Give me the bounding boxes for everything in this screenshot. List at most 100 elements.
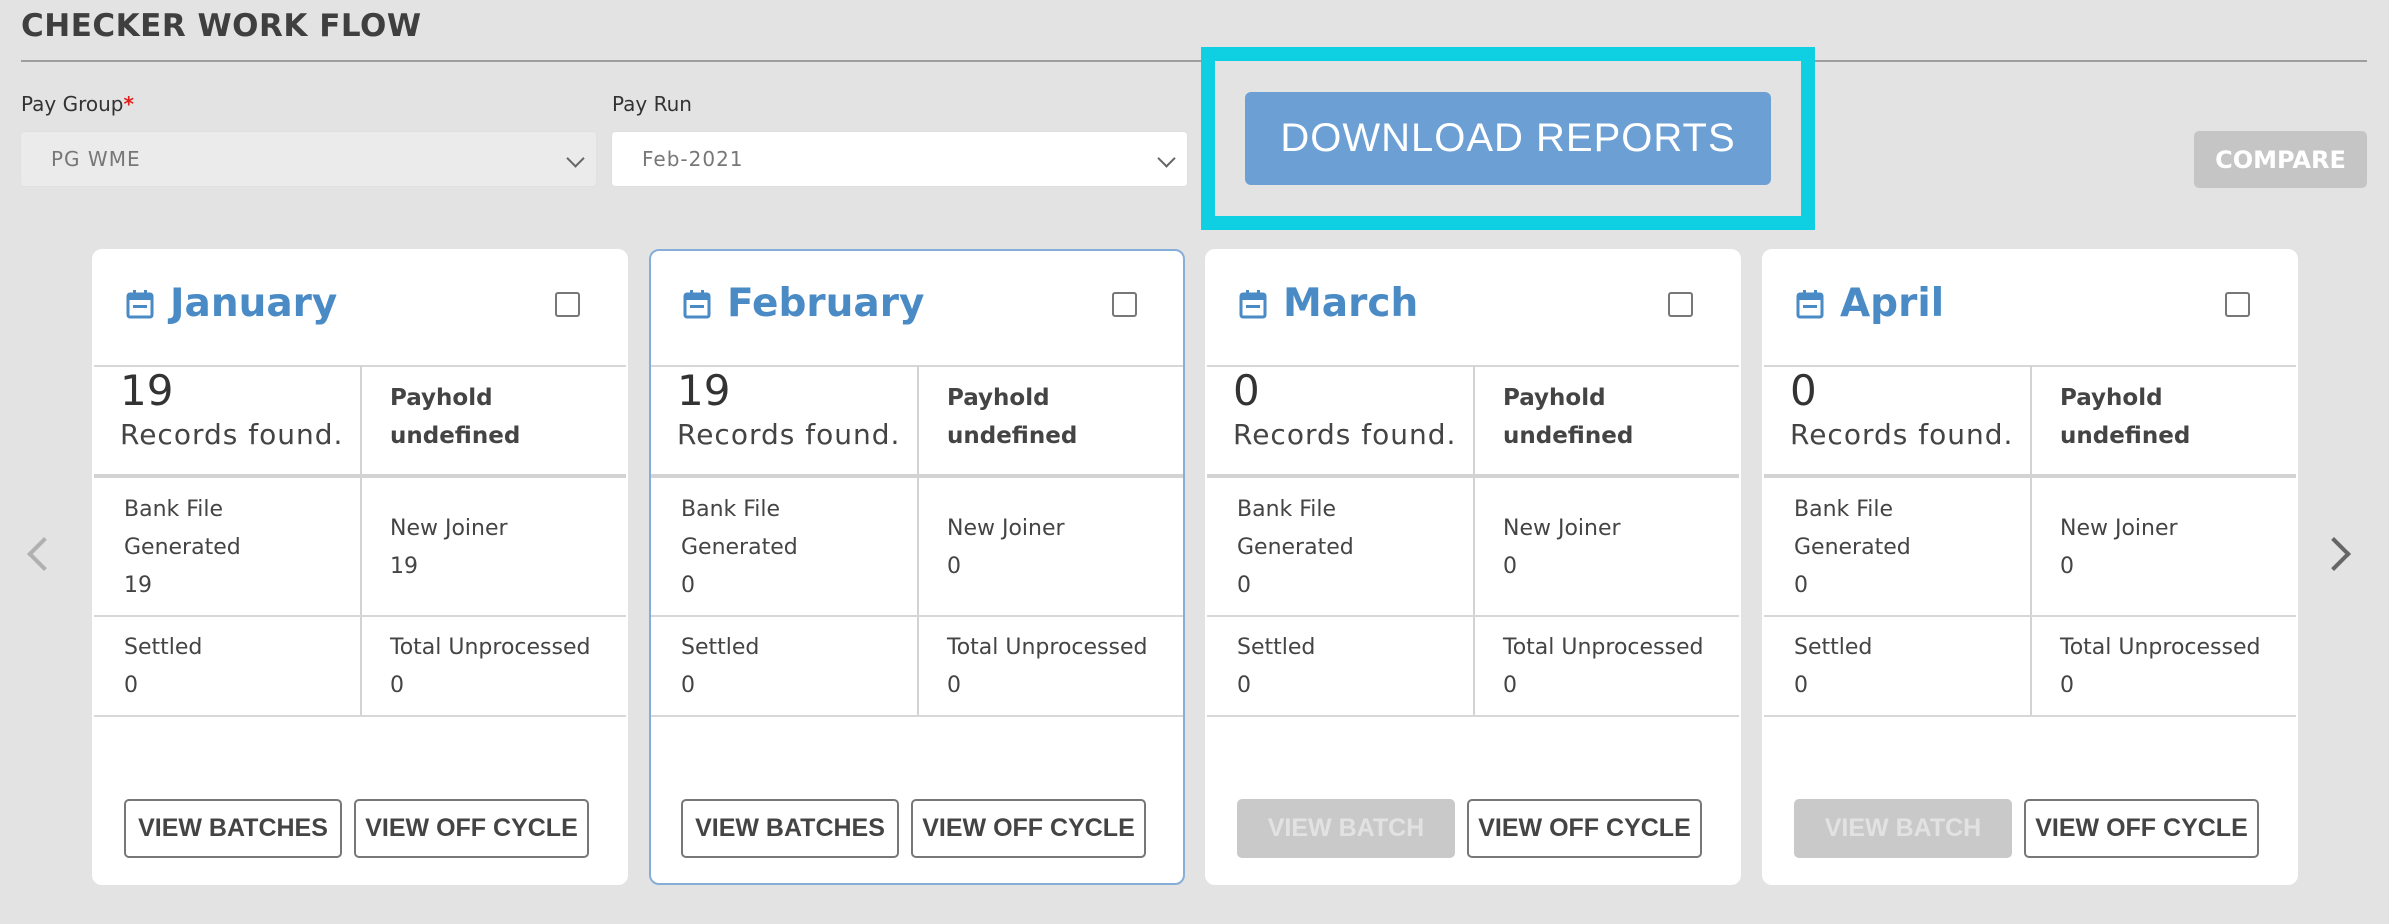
view-off-cycle-button[interactable]: VIEW OFF CYCLE xyxy=(2024,799,2259,858)
column-divider xyxy=(917,365,919,716)
bank-file-value: 0 xyxy=(1794,573,1808,598)
total-unprocessed-label: Total Unprocessed xyxy=(1503,635,1704,660)
records-cell: 19 Records found. xyxy=(120,367,343,455)
payhold-label: Payhold xyxy=(2060,385,2163,411)
new-joiner-value: 0 xyxy=(1503,554,1517,579)
card-header: February xyxy=(683,281,924,326)
settled-cell: Settled 0 xyxy=(1237,629,1315,705)
records-cell: 0 Records found. xyxy=(1233,367,1456,455)
records-cell: 19 Records found. xyxy=(677,367,900,455)
settled-label: Settled xyxy=(1794,635,1873,660)
compare-button[interactable]: COMPARE xyxy=(2194,131,2367,188)
pay-run-select[interactable]: Feb-2021 xyxy=(611,131,1188,187)
total-unprocessed-value: 0 xyxy=(2060,673,2074,698)
divider xyxy=(651,715,1183,717)
month-name: February xyxy=(727,281,925,326)
pay-group-value: PG WME xyxy=(51,147,141,171)
calendar-icon xyxy=(1239,289,1267,318)
column-divider xyxy=(360,365,362,716)
month-checkbox[interactable] xyxy=(2225,292,2250,317)
records-cell: 0 Records found. xyxy=(1790,367,2013,455)
month-checkbox[interactable] xyxy=(555,292,580,317)
title-divider xyxy=(21,60,2367,62)
payhold-value: undefined xyxy=(1503,423,1634,449)
records-count: 19 xyxy=(677,366,731,415)
view-batches-button[interactable]: VIEW BATCHES xyxy=(681,799,899,858)
month-checkbox[interactable] xyxy=(1668,292,1693,317)
settled-label: Settled xyxy=(681,635,760,660)
view-batches-button[interactable]: VIEW BATCHES xyxy=(124,799,342,858)
bank-file-cell: Bank File Generated 19 xyxy=(124,491,241,605)
records-text: Records found. xyxy=(120,418,344,451)
month-card-march: March 0 Records found. Payhold undefined… xyxy=(1205,249,1741,885)
settled-label: Settled xyxy=(124,635,203,660)
view-off-cycle-button[interactable]: VIEW OFF CYCLE xyxy=(354,799,589,858)
payhold-value: undefined xyxy=(947,423,1078,449)
payhold-cell: Payhold undefined xyxy=(2060,379,2190,455)
settled-cell: Settled 0 xyxy=(681,629,759,705)
view-off-cycle-button[interactable]: VIEW OFF CYCLE xyxy=(1467,799,1702,858)
settled-label: Settled xyxy=(1237,635,1316,660)
card-header: January xyxy=(126,281,337,326)
new-joiner-label: New Joiner xyxy=(390,516,508,541)
column-divider xyxy=(2030,365,2032,716)
bank-file-value: 0 xyxy=(1237,573,1251,598)
total-unprocessed-label: Total Unprocessed xyxy=(2060,635,2261,660)
divider xyxy=(1207,474,1739,478)
total-unprocessed-value: 0 xyxy=(1503,673,1517,698)
calendar-icon xyxy=(1796,289,1824,318)
divider xyxy=(1207,715,1739,717)
new-joiner-label: New Joiner xyxy=(947,516,1065,541)
bank-file-value: 0 xyxy=(681,573,695,598)
records-count: 0 xyxy=(1790,366,1817,415)
bank-file-label: Bank File xyxy=(1794,497,1894,522)
bank-file-cell: Bank File Generated 0 xyxy=(1794,491,1911,605)
payhold-cell: Payhold undefined xyxy=(1503,379,1633,455)
divider xyxy=(1764,474,2296,478)
new-joiner-value: 0 xyxy=(2060,554,2074,579)
divider xyxy=(1764,715,2296,717)
chevron-down-icon xyxy=(1157,149,1176,168)
total-unprocessed-cell: Total Unprocessed 0 xyxy=(390,629,590,705)
bank-file-cell: Bank File Generated 0 xyxy=(1237,491,1354,605)
required-mark: * xyxy=(123,92,134,116)
divider xyxy=(651,615,1183,617)
payhold-label: Payhold xyxy=(947,385,1050,411)
previous-arrow-icon[interactable] xyxy=(27,537,61,571)
download-reports-button[interactable]: DOWNLOAD REPORTS xyxy=(1245,92,1771,185)
new-joiner-value: 0 xyxy=(947,554,961,579)
month-card-february: February 19 Records found. Payhold undef… xyxy=(649,249,1185,885)
divider xyxy=(1207,615,1739,617)
payhold-value: undefined xyxy=(390,423,521,449)
pay-run-value: Feb-2021 xyxy=(642,147,744,171)
pay-group-select[interactable]: PG WME xyxy=(20,131,597,187)
payhold-label: Payhold xyxy=(390,385,493,411)
total-unprocessed-cell: Total Unprocessed 0 xyxy=(2060,629,2260,705)
bank-file-label-line2: Generated xyxy=(681,535,798,560)
divider xyxy=(94,474,626,478)
total-unprocessed-label: Total Unprocessed xyxy=(390,635,591,660)
divider xyxy=(1764,615,2296,617)
pay-group-label: Pay Group* xyxy=(21,92,134,116)
month-name: April xyxy=(1840,281,1945,326)
new-joiner-label: New Joiner xyxy=(1503,516,1621,541)
month-card-april: April 0 Records found. Payhold undefined… xyxy=(1762,249,2298,885)
next-arrow-icon[interactable] xyxy=(2317,537,2351,571)
payhold-cell: Payhold undefined xyxy=(390,379,520,455)
records-count: 19 xyxy=(120,366,174,415)
new-joiner-cell: New Joiner 0 xyxy=(947,510,1065,586)
column-divider xyxy=(1473,365,1475,716)
chevron-down-icon xyxy=(566,149,585,168)
records-count: 0 xyxy=(1233,366,1260,415)
settled-value: 0 xyxy=(1794,673,1808,698)
new-joiner-cell: New Joiner 0 xyxy=(1503,510,1621,586)
bank-file-cell: Bank File Generated 0 xyxy=(681,491,798,605)
settled-cell: Settled 0 xyxy=(124,629,202,705)
calendar-icon xyxy=(683,289,711,318)
view-off-cycle-button[interactable]: VIEW OFF CYCLE xyxy=(911,799,1146,858)
new-joiner-cell: New Joiner 19 xyxy=(390,510,508,586)
month-checkbox[interactable] xyxy=(1112,292,1137,317)
settled-value: 0 xyxy=(124,673,138,698)
total-unprocessed-cell: Total Unprocessed 0 xyxy=(947,629,1147,705)
month-card-january: January 19 Records found. Payhold undefi… xyxy=(92,249,628,885)
